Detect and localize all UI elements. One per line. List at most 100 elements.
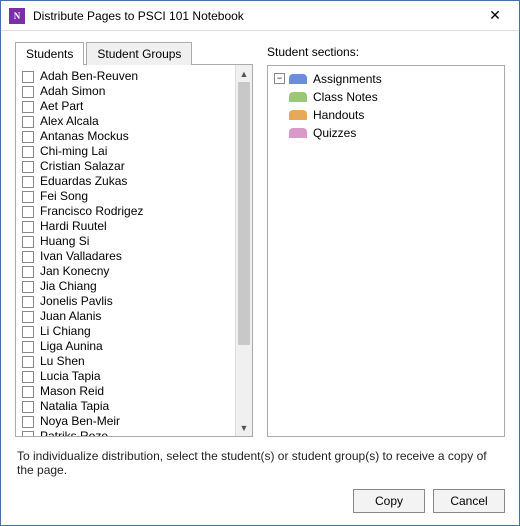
- student-row[interactable]: Jia Chiang: [18, 279, 233, 294]
- student-checkbox[interactable]: [22, 416, 34, 428]
- student-checkbox[interactable]: [22, 206, 34, 218]
- student-checkbox[interactable]: [22, 101, 34, 113]
- student-row[interactable]: Chi-ming Lai: [18, 144, 233, 159]
- section-label: Quizzes: [313, 124, 356, 142]
- tree-collapse-toggle[interactable]: −: [274, 73, 285, 84]
- student-row[interactable]: Eduardas Zukas: [18, 174, 233, 189]
- student-name: Alex Alcala: [40, 114, 99, 129]
- student-checkbox[interactable]: [22, 431, 34, 437]
- scroll-track[interactable]: [236, 82, 252, 419]
- student-name: Chi-ming Lai: [40, 144, 107, 159]
- student-name: Adah Simon: [40, 84, 105, 99]
- student-name: Fei Song: [40, 189, 88, 204]
- student-checkbox[interactable]: [22, 71, 34, 83]
- section-tab-icon: [289, 92, 307, 102]
- student-checkbox[interactable]: [22, 326, 34, 338]
- sections-panel: Student sections: − AssignmentsClass Not…: [267, 41, 505, 437]
- student-checkbox[interactable]: [22, 161, 34, 173]
- student-checkbox[interactable]: [22, 251, 34, 263]
- section-item[interactable]: Quizzes: [289, 124, 382, 142]
- student-checkbox[interactable]: [22, 401, 34, 413]
- cancel-button[interactable]: Cancel: [433, 489, 505, 513]
- student-row[interactable]: Natalia Tapia: [18, 399, 233, 414]
- student-checkbox[interactable]: [22, 296, 34, 308]
- student-row[interactable]: Antanas Mockus: [18, 129, 233, 144]
- student-row[interactable]: Li Chiang: [18, 324, 233, 339]
- dialog-window: N Distribute Pages to PSCI 101 Notebook …: [0, 0, 520, 526]
- titlebar: N Distribute Pages to PSCI 101 Notebook …: [1, 1, 519, 31]
- sections-list: AssignmentsClass NotesHandoutsQuizzes: [289, 70, 382, 142]
- student-checkbox[interactable]: [22, 131, 34, 143]
- student-row[interactable]: Huang Si: [18, 234, 233, 249]
- section-item[interactable]: Class Notes: [289, 88, 382, 106]
- student-name: Natalia Tapia: [40, 399, 109, 414]
- scroll-down-button[interactable]: ▼: [236, 419, 252, 436]
- scrollbar[interactable]: ▲ ▼: [235, 65, 252, 436]
- scroll-up-button[interactable]: ▲: [236, 65, 252, 82]
- student-row[interactable]: Mason Reid: [18, 384, 233, 399]
- dialog-content: Students Student Groups Adah Ben-ReuvenA…: [1, 31, 519, 441]
- student-checkbox[interactable]: [22, 311, 34, 323]
- student-checkbox[interactable]: [22, 146, 34, 158]
- student-name: Antanas Mockus: [40, 129, 129, 144]
- student-name: Mason Reid: [40, 384, 104, 399]
- student-row[interactable]: Alex Alcala: [18, 114, 233, 129]
- student-name: Noya Ben-Meir: [40, 414, 120, 429]
- student-name: Patriks Roze: [40, 429, 108, 436]
- student-checkbox[interactable]: [22, 86, 34, 98]
- student-row[interactable]: Fei Song: [18, 189, 233, 204]
- copy-button[interactable]: Copy: [353, 489, 425, 513]
- student-checkbox[interactable]: [22, 116, 34, 128]
- student-checkbox[interactable]: [22, 371, 34, 383]
- student-name: Liga Aunina: [40, 339, 103, 354]
- student-name: Cristian Salazar: [40, 159, 125, 174]
- student-row[interactable]: Adah Simon: [18, 84, 233, 99]
- student-row[interactable]: Liga Aunina: [18, 339, 233, 354]
- student-row[interactable]: Patriks Roze: [18, 429, 233, 436]
- student-row[interactable]: Juan Alanis: [18, 309, 233, 324]
- student-checkbox[interactable]: [22, 266, 34, 278]
- scroll-thumb[interactable]: [238, 82, 250, 345]
- student-name: Lu Shen: [40, 354, 85, 369]
- student-name: Jan Konecny: [40, 264, 109, 279]
- tab-student-groups[interactable]: Student Groups: [86, 42, 192, 65]
- student-name: Adah Ben-Reuven: [40, 69, 138, 84]
- student-row[interactable]: Ivan Valladares: [18, 249, 233, 264]
- student-checkbox[interactable]: [22, 341, 34, 353]
- dialog-buttons: Copy Cancel: [1, 485, 519, 525]
- students-list[interactable]: Adah Ben-ReuvenAdah SimonAet PartAlex Al…: [16, 65, 235, 436]
- student-checkbox[interactable]: [22, 356, 34, 368]
- student-checkbox[interactable]: [22, 236, 34, 248]
- section-label: Class Notes: [313, 88, 378, 106]
- student-row[interactable]: Lu Shen: [18, 354, 233, 369]
- student-checkbox[interactable]: [22, 386, 34, 398]
- student-row[interactable]: Hardi Ruutel: [18, 219, 233, 234]
- section-item[interactable]: Handouts: [289, 106, 382, 124]
- student-row[interactable]: Lucia Tapia: [18, 369, 233, 384]
- student-name: Huang Si: [40, 234, 89, 249]
- student-row[interactable]: Noya Ben-Meir: [18, 414, 233, 429]
- student-checkbox[interactable]: [22, 281, 34, 293]
- student-row[interactable]: Jonelis Pavlis: [18, 294, 233, 309]
- student-checkbox[interactable]: [22, 176, 34, 188]
- button-label: Copy: [375, 494, 403, 508]
- button-label: Cancel: [450, 494, 487, 508]
- section-tab-icon: [289, 128, 307, 138]
- student-row[interactable]: Jan Konecny: [18, 264, 233, 279]
- student-checkbox[interactable]: [22, 191, 34, 203]
- student-name: Hardi Ruutel: [40, 219, 107, 234]
- student-row[interactable]: Cristian Salazar: [18, 159, 233, 174]
- student-checkbox[interactable]: [22, 221, 34, 233]
- section-item[interactable]: Assignments: [289, 70, 382, 88]
- window-title: Distribute Pages to PSCI 101 Notebook: [33, 9, 475, 23]
- close-button[interactable]: ✕: [475, 2, 515, 30]
- student-name: Jia Chiang: [40, 279, 97, 294]
- section-tab-icon: [289, 110, 307, 120]
- student-row[interactable]: Aet Part: [18, 99, 233, 114]
- student-row[interactable]: Francisco Rodrigez: [18, 204, 233, 219]
- student-row[interactable]: Adah Ben-Reuven: [18, 69, 233, 84]
- student-name: Juan Alanis: [40, 309, 101, 324]
- tab-students[interactable]: Students: [15, 42, 84, 65]
- student-name: Ivan Valladares: [40, 249, 122, 264]
- students-listbox: Adah Ben-ReuvenAdah SimonAet PartAlex Al…: [15, 64, 253, 437]
